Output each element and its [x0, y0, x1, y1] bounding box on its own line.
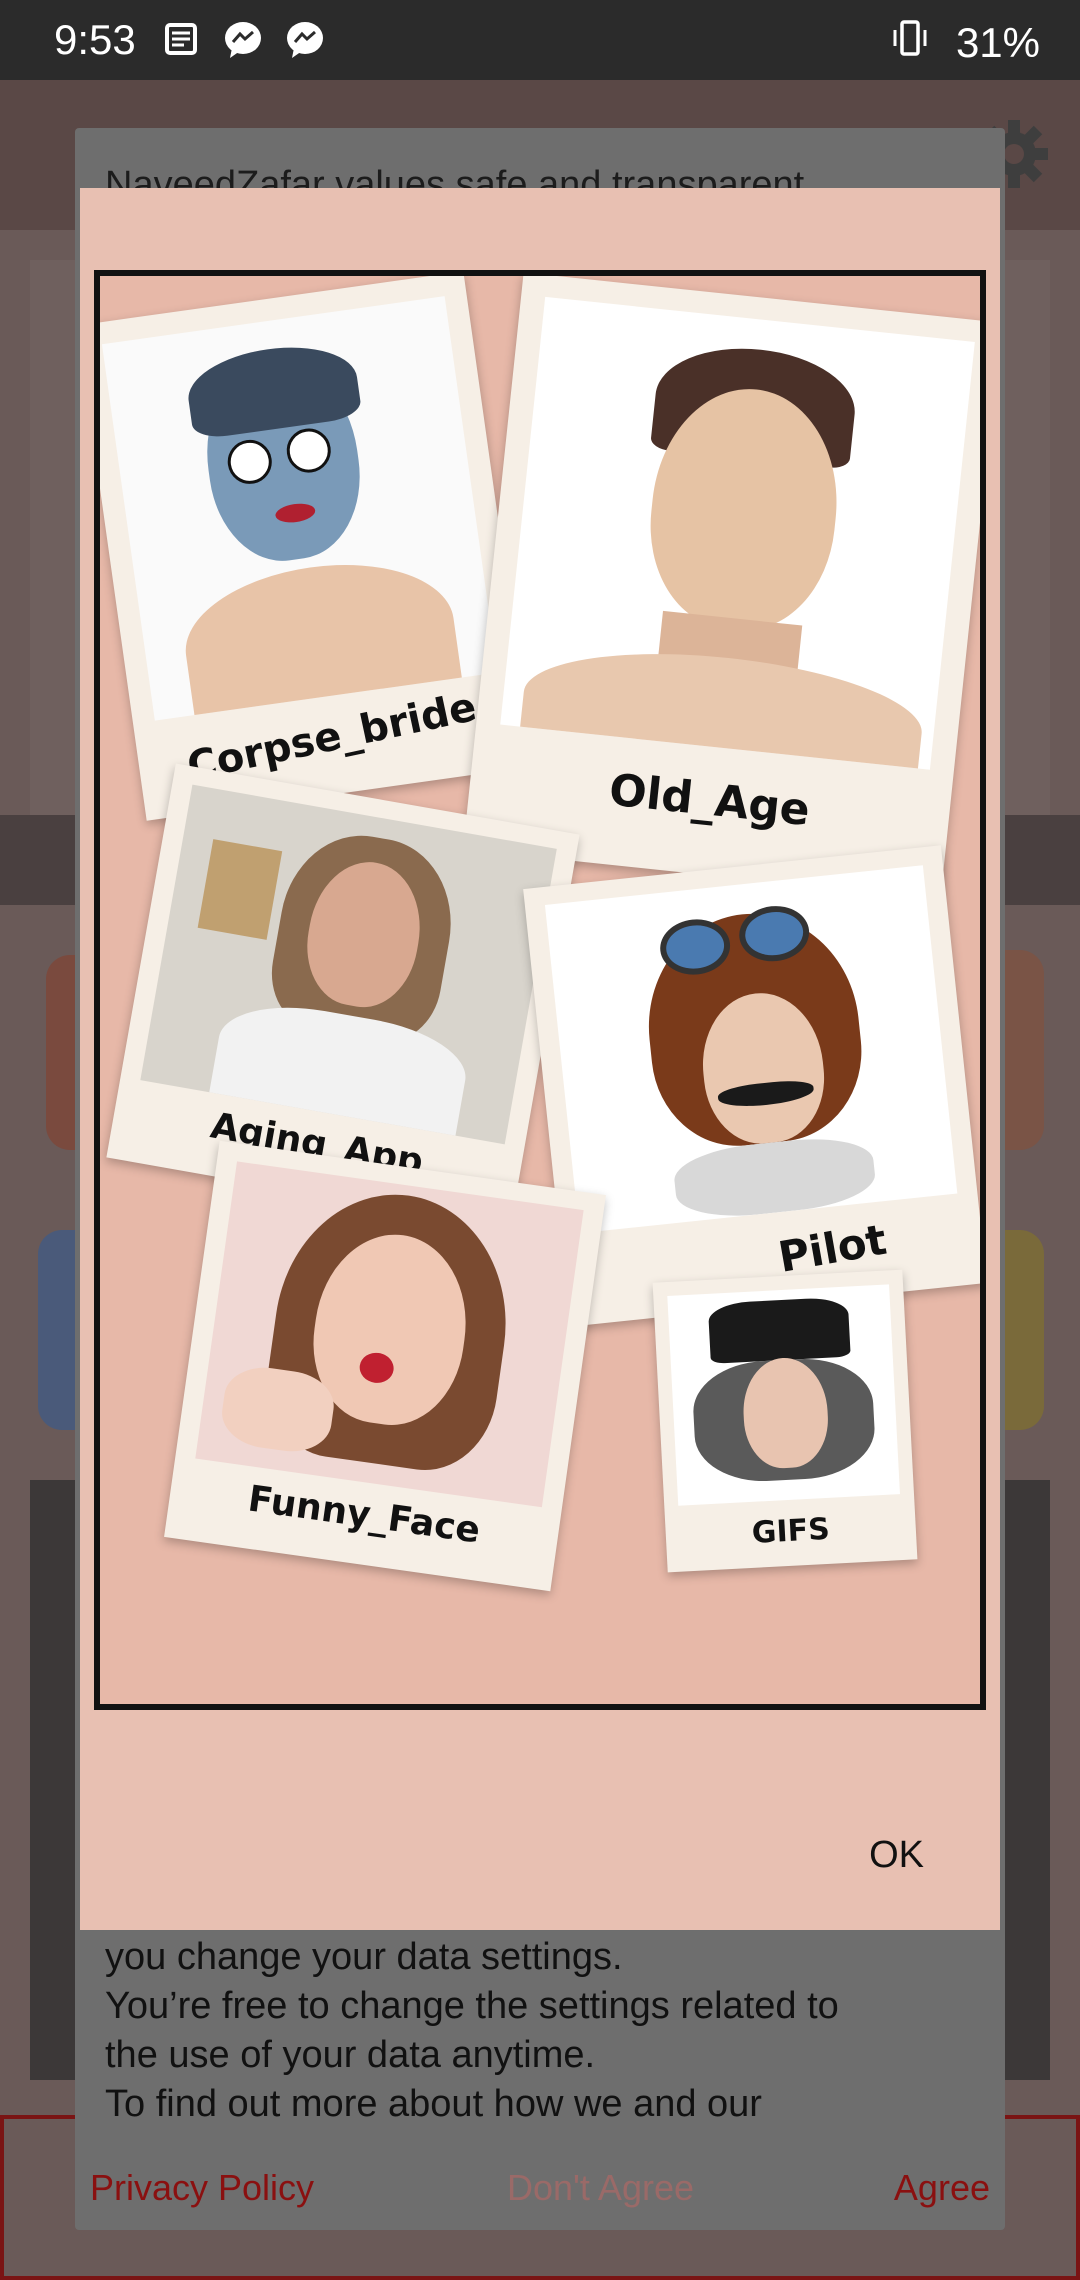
promo-image[interactable]: Corpse_bride Old_Age Aging_App Pilot Fun…: [94, 270, 986, 1710]
promo-dialog: Corpse_bride Old_Age Aging_App Pilot Fun…: [80, 188, 1000, 1930]
old-age-photo: [500, 296, 975, 770]
consent-body-line: You’re free to change the settings relat…: [105, 1985, 839, 2027]
news-icon: [160, 18, 202, 60]
messenger-icon: [284, 18, 326, 60]
consent-body-line: the use of your data anytime.: [105, 2034, 596, 2076]
promo-card-gifs: GIFS: [652, 1269, 918, 1573]
aging-app-poster: [197, 839, 283, 940]
old-age-shoulders: [518, 637, 928, 770]
funny-face-photo: [195, 1161, 584, 1508]
aging-app-photo: [140, 784, 557, 1145]
ok-button[interactable]: OK: [859, 1828, 934, 1883]
card-label-gifs: GIFS: [750, 1511, 831, 1551]
messenger-icon: [222, 18, 264, 60]
consent-actions: Privacy Policy Don't Agree Agree: [75, 2153, 1005, 2243]
gifs-photo: [667, 1284, 900, 1506]
promo-card-corpse-bride: Corpse_bride: [100, 276, 533, 821]
consent-body-line: To find out more about how we and our: [105, 2083, 762, 2120]
promo-card-funny-face: Funny_Face: [164, 1140, 606, 1592]
battery-percent: 31%: [955, 19, 1040, 66]
status-bar: 9:53 31%: [0, 0, 1080, 80]
consent-body-line: you change your data settings.: [105, 1936, 623, 1978]
status-time: 9:53: [54, 16, 136, 63]
agree-button[interactable]: Agree: [894, 2167, 990, 2209]
vibrate-icon: [888, 16, 932, 70]
corpse-bride-photo: [101, 296, 498, 721]
consent-body: you change your data settings. You’re fr…: [105, 1933, 985, 2120]
promo-card-old-age: Old_Age: [463, 276, 980, 900]
dont-agree-button[interactable]: Don't Agree: [507, 2167, 694, 2209]
hat-icon: [707, 1296, 851, 1364]
pilot-scarf: [671, 1132, 878, 1223]
pilot-photo: [544, 865, 958, 1234]
privacy-policy-link[interactable]: Privacy Policy: [90, 2167, 314, 2209]
